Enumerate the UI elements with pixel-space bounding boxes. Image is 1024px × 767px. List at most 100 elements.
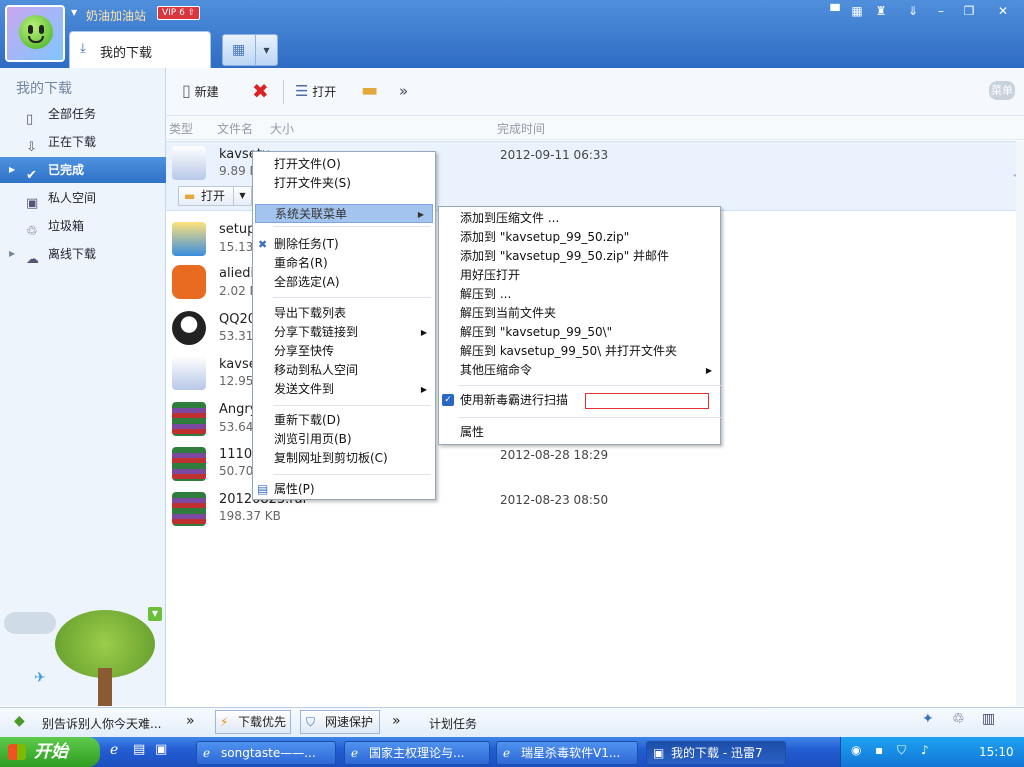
menu-send-to[interactable]: 发送文件到 ▶ — [253, 380, 435, 399]
menu-rename[interactable]: 重命名(R) — [253, 254, 435, 273]
menu-browse-referer[interactable]: 浏览引用页(B) — [253, 430, 435, 449]
minimize-icon[interactable]: – — [930, 2, 952, 20]
folder-icon: ▬ — [184, 189, 196, 203]
delete-button[interactable]: ✖ — [252, 80, 269, 104]
menu-redownload[interactable]: 重新下载(D) — [253, 411, 435, 430]
open-folder-button[interactable]: ▬ — [361, 80, 378, 104]
menu-system-shell[interactable]: 系统关联菜单 ▶ — [255, 204, 433, 223]
taskbar-item-active[interactable]: ▣ 我的下载 - 迅雷7 — [646, 741, 786, 765]
skin-icon[interactable]: ▀ — [824, 2, 846, 20]
menu-select-all[interactable]: 全部选定(A) — [253, 273, 435, 292]
tray-icon[interactable]: ▪ — [875, 743, 883, 757]
taskbar-item[interactable]: ℯ 国家主权理论与... — [344, 741, 490, 765]
app-name: 奶油加油站 — [86, 9, 147, 23]
submenu-add-zip-mail[interactable]: 添加到 "kavsetup_99_50.zip" 并邮件 — [439, 247, 720, 266]
start-button[interactable]: 开始 — [0, 737, 100, 767]
smiley-face-icon — [19, 15, 53, 49]
network-icon[interactable]: ✦ — [922, 711, 934, 727]
speed-icon: ⚡ — [220, 715, 229, 729]
col-done-time[interactable]: 完成时间 — [497, 120, 545, 137]
taskbar-item[interactable]: ℯ songtaste——... — [196, 741, 336, 765]
submenu-open-haozip[interactable]: 用好压打开 — [439, 266, 720, 285]
submenu-extract-open[interactable]: 解压到 kavsetup_99_50\ 并打开文件夹 — [439, 342, 720, 361]
menu-move-private[interactable]: 移动到私人空间 — [253, 361, 435, 380]
toolbar-more-button[interactable]: » — [399, 80, 408, 104]
chevron-down-icon: ▾ — [263, 43, 270, 57]
sidebar-item-completed[interactable]: ▶ ✔ 已完成 — [0, 157, 166, 183]
shirt-icon[interactable]: ♜ — [870, 2, 892, 20]
account-dropdown-icon[interactable]: ▼ — [71, 8, 77, 17]
submenu-extract-folder[interactable]: 解压到 "kavsetup_99_50\" — [439, 323, 720, 342]
menu-open-file[interactable]: 打开文件(O) — [253, 155, 435, 174]
volume-icon[interactable]: ♪ — [921, 743, 929, 757]
sidebar-item-private-space[interactable]: ▣ 私人空间 — [0, 185, 166, 211]
submenu-add-archive[interactable]: 添加到压缩文件 ... — [439, 209, 720, 228]
submenu-other-commands[interactable]: 其他压缩命令 ▶ — [439, 361, 720, 380]
trash-status-icon[interactable]: ♲ — [952, 711, 965, 727]
quicklaunch-icon[interactable]: ▣ — [155, 742, 167, 757]
ie-icon: ℯ — [203, 746, 211, 760]
restore-icon[interactable]: ❐ — [958, 2, 980, 20]
submenu-add-zip[interactable]: 添加到 "kavsetup_99_50.zip" — [439, 228, 720, 247]
menu-copy-url[interactable]: 复制网址到剪切板(C) — [253, 449, 435, 468]
sidebar-item-downloading[interactable]: ⇩ 正在下载 — [0, 129, 166, 155]
collapse-icon[interactable]: ▼ — [148, 607, 162, 621]
scheduled-task-button[interactable]: 计划任务 — [429, 715, 477, 732]
qq-tray-icon[interactable]: ◉ — [851, 743, 861, 757]
download-priority-button[interactable]: ⚡ 下载优先 — [215, 710, 291, 734]
quicklaunch-icon[interactable]: ▤ — [133, 742, 145, 757]
sidebar-item-trash[interactable]: ♲ 垃圾箱 — [0, 213, 166, 239]
status-tip[interactable]: 别告诉别人你今天难... — [42, 715, 161, 732]
col-name[interactable]: 文件名 — [217, 120, 253, 137]
file-time: 2012-09-11 06:33 — [500, 148, 609, 162]
stats-icon[interactable]: ▥ — [982, 711, 995, 727]
tip-more-button[interactable]: » — [186, 713, 195, 729]
sidebar-item-offline-download[interactable]: ▶ ☁ 离线下载 — [0, 241, 166, 267]
download-tray-icon: ⤓ — [80, 41, 86, 56]
qq-penguin-icon — [172, 311, 206, 345]
tab-grid-view[interactable]: ▦ — [222, 34, 256, 66]
menu-button[interactable]: 菜单 — [989, 81, 1015, 100]
sidebar-item-all-tasks[interactable]: ▯ 全部任务 — [0, 101, 166, 127]
status-more-button[interactable]: » — [392, 713, 401, 729]
submenu-extract-to[interactable]: 解压到 ... — [439, 285, 720, 304]
submenu-extract-here[interactable]: 解压到当前文件夹 — [439, 304, 720, 323]
system-shell-submenu: 添加到压缩文件 ... 添加到 "kavsetup_99_50.zip" 添加到… — [438, 206, 721, 445]
clock[interactable]: 15:10 — [979, 745, 1014, 759]
close-icon[interactable]: ✕ — [992, 2, 1014, 20]
shield-icon: ⛉ — [306, 715, 316, 729]
shield-tray-icon[interactable]: ⛉ — [897, 743, 906, 758]
ie-icon[interactable]: ℯ — [110, 742, 118, 758]
context-menu: 打开文件(O) 打开文件夹(S) 系统关联菜单 ▶ ✖ 删除任务(T) 重命名(R)… — [252, 151, 436, 500]
open-button[interactable]: ☰ 打开 — [295, 80, 336, 104]
tree-trunk — [98, 668, 112, 706]
tab-my-downloads[interactable]: ⤓ 我的下载 — [69, 31, 211, 68]
col-size[interactable]: 大小 — [270, 120, 294, 137]
row-open-dropdown[interactable]: ▼ — [234, 186, 252, 206]
submenu-arrow-icon: ▶ — [420, 328, 427, 337]
menu-export-list[interactable]: 导出下载列表 — [253, 304, 435, 323]
alipay-icon — [172, 265, 206, 299]
tab-dropdown[interactable]: ▾ — [256, 34, 278, 66]
submenu-properties[interactable]: 属性 — [439, 423, 720, 442]
menu-open-folder[interactable]: 打开文件夹(S) — [253, 174, 435, 193]
new-button[interactable]: ▯ 新建 — [182, 80, 219, 104]
menu-share-kuaichuan[interactable]: 分享至快传 — [253, 342, 435, 361]
menu-share-link[interactable]: 分享下载链接到 ▶ — [253, 323, 435, 342]
speed-protect-button[interactable]: ⛉ 网速保护 — [300, 710, 380, 734]
ie-icon: ℯ — [351, 746, 359, 760]
avatar[interactable] — [5, 5, 65, 62]
taskbar-item[interactable]: ℯ 瑞星杀毒软件V1... — [496, 741, 638, 765]
settings-dropdown-icon[interactable]: ⇓ — [902, 2, 924, 20]
col-type[interactable]: 类型 — [169, 120, 193, 137]
expand-arrow-icon[interactable]: ▶ — [9, 241, 15, 267]
toolbar-divider — [283, 80, 284, 104]
installer-icon — [172, 356, 206, 390]
row-open-button[interactable]: ▬ 打开 — [178, 186, 234, 206]
expand-arrow-icon[interactable]: ▶ — [9, 157, 15, 183]
menu-delete-task[interactable]: ✖ 删除任务(T) — [253, 235, 435, 254]
calendar-icon[interactable]: ▦ — [846, 2, 868, 20]
vip-badge[interactable]: VIP 6 ⇧ — [157, 6, 201, 20]
menu-properties[interactable]: ▤ 属性(P) — [253, 480, 435, 499]
scrollbar[interactable] — [1016, 141, 1024, 706]
